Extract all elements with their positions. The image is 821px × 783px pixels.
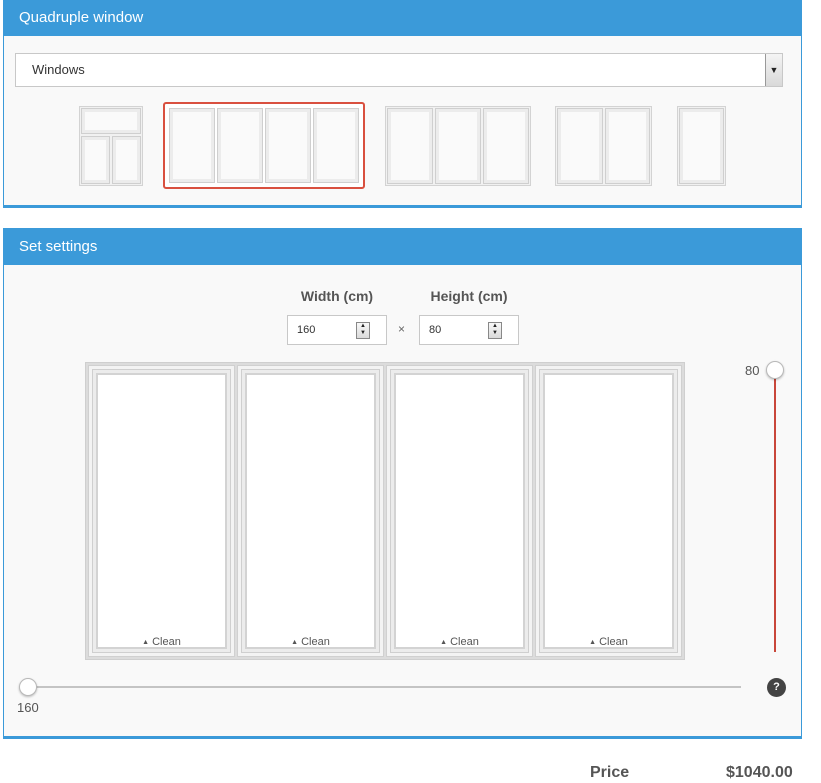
times-sign: ×	[398, 322, 406, 336]
chevron-down-icon[interactable]: ▼	[765, 54, 782, 86]
width-stepper[interactable]: ▲ ▼	[356, 322, 370, 339]
height-slider-track[interactable]	[774, 371, 776, 652]
sash-1[interactable]: ▲ Clean	[88, 365, 235, 657]
window-preview: ▲ Clean ▲ Clean ▲ Clean ▲ Clean	[85, 362, 685, 660]
clean-button[interactable]: ▲ Clean	[238, 636, 383, 648]
triangle-up-icon: ▲	[440, 639, 448, 646]
height-input-value: 80	[429, 324, 442, 336]
clean-button[interactable]: ▲ Clean	[536, 636, 681, 648]
window-type-triple[interactable]	[385, 106, 531, 186]
clean-button[interactable]: ▲ Clean	[89, 636, 234, 648]
height-stepper[interactable]: ▲ ▼	[488, 322, 502, 339]
sash-2[interactable]: ▲ Clean	[237, 365, 384, 657]
triangle-up-icon: ▲	[589, 639, 597, 646]
window-type-quadruple[interactable]	[163, 102, 365, 189]
product-select-value: Windows	[32, 62, 85, 77]
product-select[interactable]: Windows ▼	[15, 53, 783, 87]
height-slider-value: 80	[745, 363, 760, 378]
triangle-up-icon: ▲	[142, 639, 150, 646]
height-input[interactable]: 80 ▲ ▼	[419, 315, 519, 345]
width-input[interactable]: 160 ▲ ▼	[287, 315, 387, 345]
window-type-double[interactable]	[555, 106, 652, 186]
sash-3[interactable]: ▲ Clean	[386, 365, 533, 657]
triangle-up-icon: ▲	[291, 639, 299, 646]
panel-title: Set settings	[4, 229, 801, 265]
price-label: Price	[590, 764, 630, 781]
window-type-single[interactable]	[677, 106, 726, 186]
help-icon[interactable]: ?	[767, 678, 786, 697]
window-type-t-shape[interactable]	[79, 106, 143, 186]
width-slider-track[interactable]	[28, 686, 741, 688]
width-slider-value: 160	[17, 700, 39, 715]
width-input-value: 160	[297, 324, 316, 336]
price-value: $1040.00	[726, 764, 793, 781]
width-slider-handle[interactable]	[19, 678, 37, 696]
clean-button[interactable]: ▲ Clean	[387, 636, 532, 648]
width-label: Width (cm)	[300, 288, 374, 304]
height-label: Height (cm)	[430, 288, 508, 304]
panel-title: Quadruple window	[4, 0, 801, 36]
sash-4[interactable]: ▲ Clean	[535, 365, 682, 657]
height-slider-handle[interactable]	[766, 361, 784, 379]
